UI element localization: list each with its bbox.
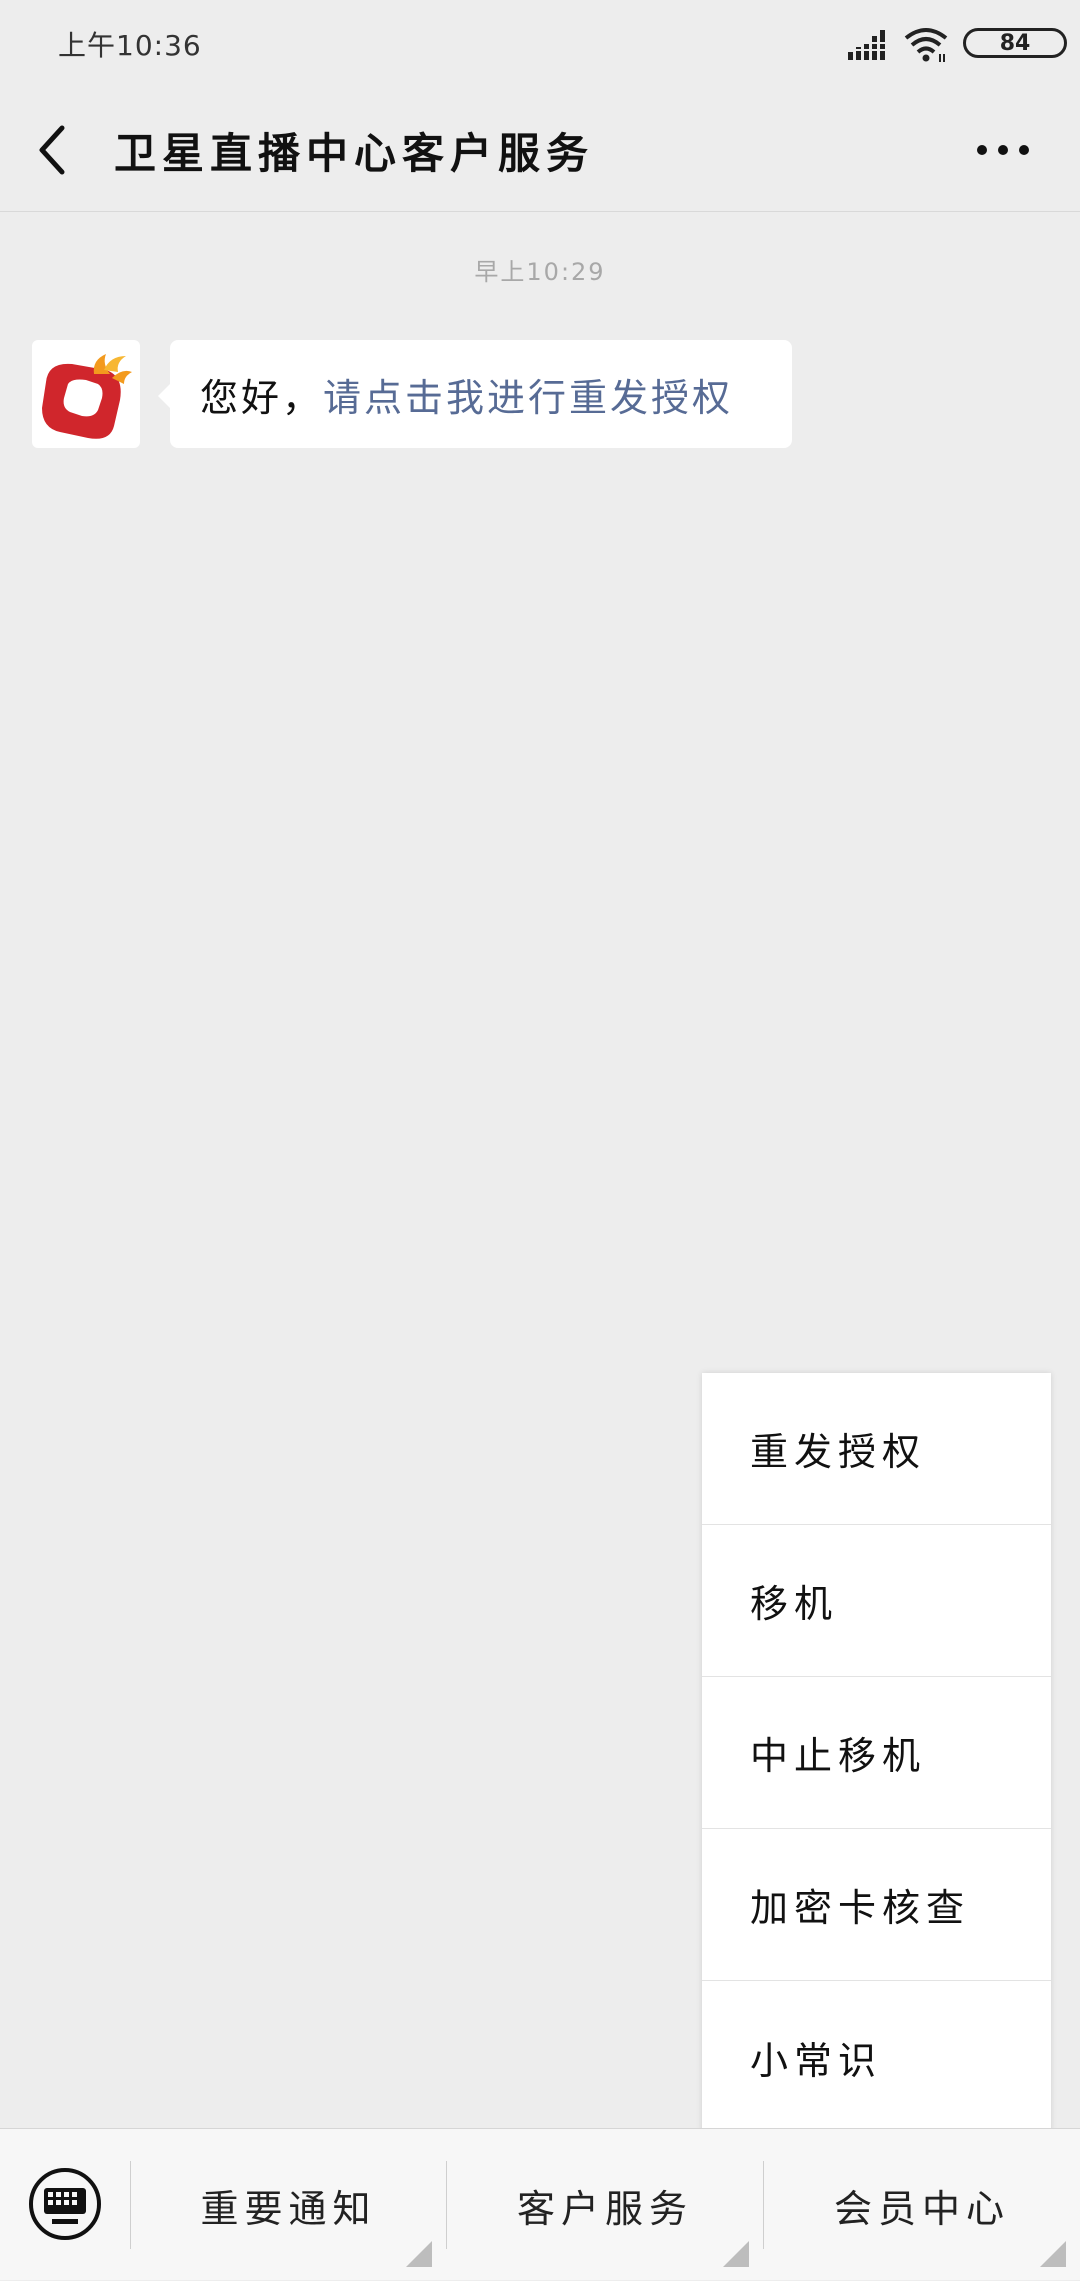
tab-customer-service[interactable]: 客户服务	[447, 2129, 763, 2281]
menu-item-card-check[interactable]: 加密卡核查	[702, 1829, 1051, 1981]
submenu-indicator-icon	[723, 2241, 749, 2267]
submenu-indicator-icon	[406, 2241, 432, 2267]
battery-indicator: 84	[963, 28, 1067, 58]
more-options-icon[interactable]	[976, 140, 1030, 160]
tab-important-notice[interactable]: 重要通知	[131, 2129, 446, 2281]
submenu-indicator-icon	[1040, 2241, 1066, 2267]
back-arrow-icon[interactable]	[30, 118, 78, 182]
message-bubble: 您好， 请点击我进行重发授权	[158, 340, 792, 448]
page-title: 卫星直播中心客户服务	[114, 129, 595, 178]
message-greeting: 您好，	[200, 375, 324, 420]
tab-label: 会员中心	[833, 2186, 1010, 2231]
title-bar: 卫星直播中心客户服务	[0, 88, 1080, 212]
satellite-center-logo-icon	[42, 354, 132, 439]
avatar[interactable]	[32, 340, 140, 448]
status-bar: 上午10:36 84	[0, 0, 1080, 88]
menu-item-tips[interactable]: 小常识	[702, 1981, 1051, 2133]
chat-timestamp: 早上10:29	[474, 258, 606, 286]
menu-item-reauthorize[interactable]: 重发授权	[702, 1373, 1051, 1525]
keyboard-icon[interactable]	[28, 2167, 102, 2241]
status-time: 上午10:36	[58, 29, 202, 62]
reauthorize-link[interactable]: 请点击我进行重发授权	[323, 367, 733, 422]
wifi-icon	[904, 28, 948, 62]
tab-label: 重要通知	[200, 2186, 377, 2231]
signal-icon	[848, 30, 885, 60]
tab-member-center[interactable]: 会员中心	[764, 2129, 1080, 2281]
menu-item-relocate[interactable]: 移机	[702, 1525, 1051, 1677]
submenu-popup: 重发授权 移机 中止移机 加密卡核查 小常识	[702, 1373, 1051, 2133]
menu-item-cancel-relocate[interactable]: 中止移机	[702, 1677, 1051, 1829]
bottom-menu-bar: 重要通知 客户服务 会员中心	[0, 2128, 1080, 2280]
tab-label: 客户服务	[516, 2186, 693, 2231]
